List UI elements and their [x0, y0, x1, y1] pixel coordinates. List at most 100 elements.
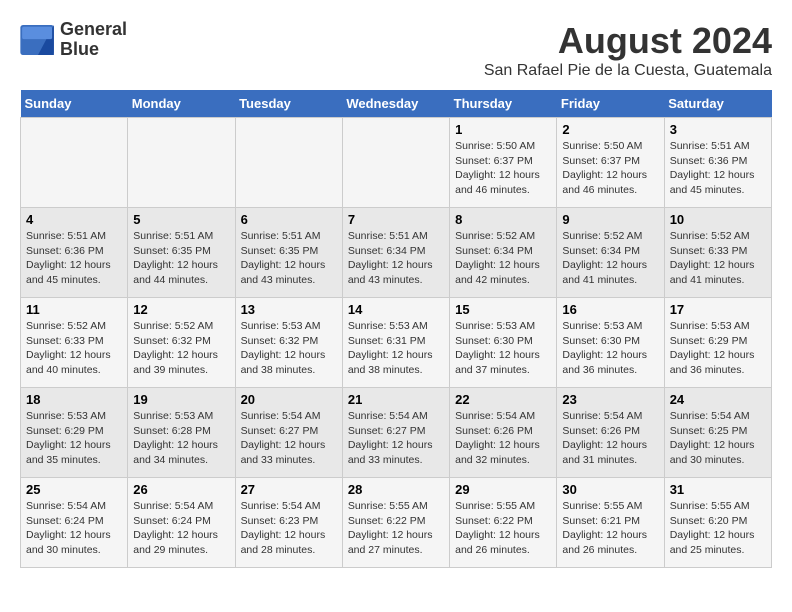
- day-number: 5: [133, 212, 229, 227]
- day-number: 2: [562, 122, 658, 137]
- day-number: 26: [133, 482, 229, 497]
- calendar-cell: 20 Sunrise: 5:54 AM Sunset: 6:27 PM Dayli…: [235, 388, 342, 478]
- day-info: Sunrise: 5:54 AM Sunset: 6:27 PM Dayligh…: [348, 409, 444, 468]
- day-number: 21: [348, 392, 444, 407]
- calendar-week-row: 18 Sunrise: 5:53 AM Sunset: 6:29 PM Dayli…: [21, 388, 772, 478]
- title-block: August 2024 San Rafael Pie de la Cuesta,…: [484, 20, 772, 80]
- logo: General Blue: [20, 20, 127, 60]
- calendar-table: SundayMondayTuesdayWednesdayThursdayFrid…: [20, 90, 772, 568]
- day-number: 27: [241, 482, 337, 497]
- day-info: Sunrise: 5:55 AM Sunset: 6:22 PM Dayligh…: [455, 499, 551, 558]
- day-info: Sunrise: 5:50 AM Sunset: 6:37 PM Dayligh…: [455, 139, 551, 198]
- calendar-cell: 2 Sunrise: 5:50 AM Sunset: 6:37 PM Daylig…: [557, 118, 664, 208]
- day-number: 16: [562, 302, 658, 317]
- calendar-cell: 7 Sunrise: 5:51 AM Sunset: 6:34 PM Daylig…: [342, 208, 449, 298]
- day-info: Sunrise: 5:51 AM Sunset: 6:36 PM Dayligh…: [670, 139, 766, 198]
- day-info: Sunrise: 5:54 AM Sunset: 6:25 PM Dayligh…: [670, 409, 766, 468]
- calendar-cell: 9 Sunrise: 5:52 AM Sunset: 6:34 PM Daylig…: [557, 208, 664, 298]
- calendar-cell: 18 Sunrise: 5:53 AM Sunset: 6:29 PM Dayli…: [21, 388, 128, 478]
- calendar-cell: 26 Sunrise: 5:54 AM Sunset: 6:24 PM Dayli…: [128, 478, 235, 568]
- calendar-cell: 25 Sunrise: 5:54 AM Sunset: 6:24 PM Dayli…: [21, 478, 128, 568]
- logo-icon: [20, 25, 56, 55]
- day-info: Sunrise: 5:51 AM Sunset: 6:35 PM Dayligh…: [133, 229, 229, 288]
- header-saturday: Saturday: [664, 90, 771, 118]
- calendar-cell: 11 Sunrise: 5:52 AM Sunset: 6:33 PM Dayli…: [21, 298, 128, 388]
- header-monday: Monday: [128, 90, 235, 118]
- calendar-cell: [128, 118, 235, 208]
- day-number: 17: [670, 302, 766, 317]
- day-info: Sunrise: 5:52 AM Sunset: 6:34 PM Dayligh…: [455, 229, 551, 288]
- day-number: 10: [670, 212, 766, 227]
- header-wednesday: Wednesday: [342, 90, 449, 118]
- header-sunday: Sunday: [21, 90, 128, 118]
- day-info: Sunrise: 5:52 AM Sunset: 6:33 PM Dayligh…: [670, 229, 766, 288]
- day-info: Sunrise: 5:53 AM Sunset: 6:30 PM Dayligh…: [562, 319, 658, 378]
- day-info: Sunrise: 5:53 AM Sunset: 6:29 PM Dayligh…: [670, 319, 766, 378]
- calendar-cell: 28Sunrise: 5:55 AM Sunset: 6:22 PM Dayli…: [342, 478, 449, 568]
- day-number: 22: [455, 392, 551, 407]
- day-info: Sunrise: 5:54 AM Sunset: 6:24 PM Dayligh…: [133, 499, 229, 558]
- day-info: Sunrise: 5:51 AM Sunset: 6:34 PM Dayligh…: [348, 229, 444, 288]
- calendar-cell: 12 Sunrise: 5:52 AM Sunset: 6:32 PM Dayli…: [128, 298, 235, 388]
- day-info: Sunrise: 5:54 AM Sunset: 6:23 PM Dayligh…: [241, 499, 337, 558]
- day-number: 14: [348, 302, 444, 317]
- day-number: 7: [348, 212, 444, 227]
- calendar-cell: 19Sunrise: 5:53 AM Sunset: 6:28 PM Dayli…: [128, 388, 235, 478]
- logo-text: General Blue: [60, 20, 127, 60]
- calendar-cell: [342, 118, 449, 208]
- day-number: 8: [455, 212, 551, 227]
- calendar-cell: 21 Sunrise: 5:54 AM Sunset: 6:27 PM Dayli…: [342, 388, 449, 478]
- day-info: Sunrise: 5:54 AM Sunset: 6:24 PM Dayligh…: [26, 499, 122, 558]
- day-info: Sunrise: 5:55 AM Sunset: 6:20 PM Dayligh…: [670, 499, 766, 558]
- day-number: 30: [562, 482, 658, 497]
- day-info: Sunrise: 5:53 AM Sunset: 6:29 PM Dayligh…: [26, 409, 122, 468]
- header-friday: Friday: [557, 90, 664, 118]
- calendar-cell: [21, 118, 128, 208]
- day-number: 1: [455, 122, 551, 137]
- page-header: General Blue August 2024 San Rafael Pie …: [20, 20, 772, 80]
- day-info: Sunrise: 5:50 AM Sunset: 6:37 PM Dayligh…: [562, 139, 658, 198]
- day-info: Sunrise: 5:54 AM Sunset: 6:27 PM Dayligh…: [241, 409, 337, 468]
- day-number: 12: [133, 302, 229, 317]
- day-number: 20: [241, 392, 337, 407]
- calendar-cell: 23 Sunrise: 5:54 AM Sunset: 6:26 PM Dayli…: [557, 388, 664, 478]
- day-info: Sunrise: 5:51 AM Sunset: 6:36 PM Dayligh…: [26, 229, 122, 288]
- calendar-header-row: SundayMondayTuesdayWednesdayThursdayFrid…: [21, 90, 772, 118]
- day-number: 29: [455, 482, 551, 497]
- day-number: 4: [26, 212, 122, 227]
- day-number: 18: [26, 392, 122, 407]
- calendar-cell: 16 Sunrise: 5:53 AM Sunset: 6:30 PM Dayli…: [557, 298, 664, 388]
- calendar-cell: 27 Sunrise: 5:54 AM Sunset: 6:23 PM Dayli…: [235, 478, 342, 568]
- day-info: Sunrise: 5:52 AM Sunset: 6:34 PM Dayligh…: [562, 229, 658, 288]
- calendar-cell: 13Sunrise: 5:53 AM Sunset: 6:32 PM Dayli…: [235, 298, 342, 388]
- calendar-cell: 14 Sunrise: 5:53 AM Sunset: 6:31 PM Dayli…: [342, 298, 449, 388]
- calendar-cell: 5 Sunrise: 5:51 AM Sunset: 6:35 PM Daylig…: [128, 208, 235, 298]
- day-number: 9: [562, 212, 658, 227]
- day-number: 11: [26, 302, 122, 317]
- day-number: 23: [562, 392, 658, 407]
- day-info: Sunrise: 5:55 AM Sunset: 6:22 PM Dayligh…: [348, 499, 444, 558]
- page-subtitle: San Rafael Pie de la Cuesta, Guatemala: [484, 62, 772, 80]
- calendar-cell: 30 Sunrise: 5:55 AM Sunset: 6:21 PM Dayli…: [557, 478, 664, 568]
- calendar-cell: 31Sunrise: 5:55 AM Sunset: 6:20 PM Dayli…: [664, 478, 771, 568]
- calendar-week-row: 1 Sunrise: 5:50 AM Sunset: 6:37 PM Daylig…: [21, 118, 772, 208]
- header-thursday: Thursday: [450, 90, 557, 118]
- day-info: Sunrise: 5:55 AM Sunset: 6:21 PM Dayligh…: [562, 499, 658, 558]
- day-number: 25: [26, 482, 122, 497]
- calendar-week-row: 11 Sunrise: 5:52 AM Sunset: 6:33 PM Dayli…: [21, 298, 772, 388]
- day-info: Sunrise: 5:52 AM Sunset: 6:33 PM Dayligh…: [26, 319, 122, 378]
- calendar-cell: [235, 118, 342, 208]
- day-info: Sunrise: 5:52 AM Sunset: 6:32 PM Dayligh…: [133, 319, 229, 378]
- calendar-cell: 22 Sunrise: 5:54 AM Sunset: 6:26 PM Dayli…: [450, 388, 557, 478]
- day-number: 13: [241, 302, 337, 317]
- day-info: Sunrise: 5:53 AM Sunset: 6:31 PM Dayligh…: [348, 319, 444, 378]
- calendar-cell: 15Sunrise: 5:53 AM Sunset: 6:30 PM Dayli…: [450, 298, 557, 388]
- day-number: 3: [670, 122, 766, 137]
- calendar-week-row: 25 Sunrise: 5:54 AM Sunset: 6:24 PM Dayli…: [21, 478, 772, 568]
- calendar-cell: 4 Sunrise: 5:51 AM Sunset: 6:36 PM Daylig…: [21, 208, 128, 298]
- day-number: 19: [133, 392, 229, 407]
- day-info: Sunrise: 5:54 AM Sunset: 6:26 PM Dayligh…: [455, 409, 551, 468]
- day-info: Sunrise: 5:54 AM Sunset: 6:26 PM Dayligh…: [562, 409, 658, 468]
- calendar-cell: 17 Sunrise: 5:53 AM Sunset: 6:29 PM Dayli…: [664, 298, 771, 388]
- calendar-cell: 10 Sunrise: 5:52 AM Sunset: 6:33 PM Dayli…: [664, 208, 771, 298]
